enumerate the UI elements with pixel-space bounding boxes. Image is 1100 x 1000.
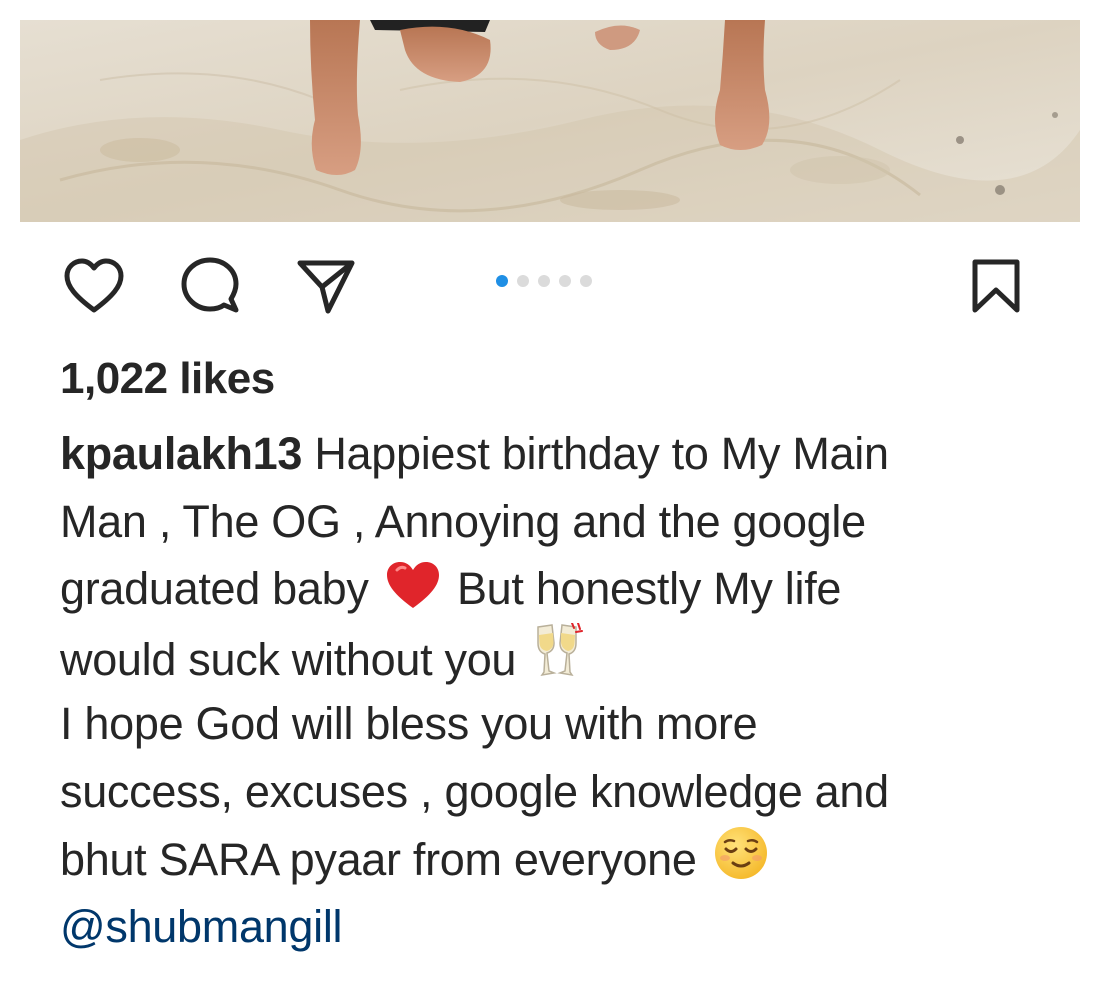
caption-text: But honestly My life <box>444 563 842 614</box>
mention-link[interactable]: @shubmangill <box>60 901 343 952</box>
carousel-dot <box>538 275 550 287</box>
caption-line: kpaulakh13 Happiest birthday to My Main <box>60 420 1060 488</box>
carousel-indicator <box>496 275 592 287</box>
likes-count[interactable]: 1,022 likes <box>60 350 275 408</box>
like-button[interactable] <box>58 250 130 322</box>
caption-text: graduated baby <box>60 563 381 614</box>
relieved-face-emoji <box>713 825 769 900</box>
post-photo[interactable] <box>20 20 1080 222</box>
caption-line: would suck without you <box>60 621 1060 691</box>
caption-line: I hope God will bless you with more <box>60 698 758 749</box>
comment-button[interactable] <box>174 250 246 322</box>
save-button[interactable] <box>960 250 1032 322</box>
carousel-dot <box>580 275 592 287</box>
carousel-dot <box>517 275 529 287</box>
caption-text: would suck without you <box>60 633 529 685</box>
carousel-dot <box>559 275 571 287</box>
caption-username[interactable]: kpaulakh13 <box>60 428 302 479</box>
heart-outline-icon <box>64 258 124 313</box>
share-button[interactable] <box>290 250 362 322</box>
paper-plane-icon <box>297 260 355 314</box>
caption-text: Happiest birthday to My Main <box>302 428 889 479</box>
red-heart-emoji <box>385 560 441 629</box>
caption-line: graduated baby But honestly My life <box>60 555 1060 623</box>
caption-line: success, excuses , google knowledge and <box>60 765 889 817</box>
caption-line: Man , The OG , Annoying and the google <box>60 495 866 547</box>
clinking-glasses-emoji <box>532 621 584 700</box>
carousel-dot-active <box>496 275 508 287</box>
caption-line: @shubmangill <box>60 893 1060 961</box>
post-caption: kpaulakh13 Happiest birthday to My Main … <box>60 420 1060 960</box>
caption-line: bhut SARA pyaar from everyone <box>60 825 1060 893</box>
caption-text: bhut SARA pyaar from everyone <box>60 834 709 885</box>
beach-photo-image <box>20 20 1080 222</box>
speech-bubble-icon <box>181 257 239 313</box>
bookmark-icon <box>972 259 1020 313</box>
